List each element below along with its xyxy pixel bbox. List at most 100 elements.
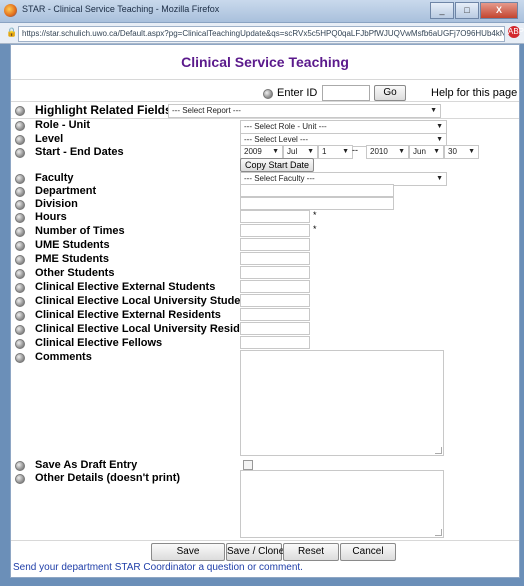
times-icon — [15, 227, 25, 237]
help-link[interactable]: Help for this page — [431, 87, 517, 99]
ce-fellows-field[interactable] — [240, 336, 310, 349]
page-title: Clinical Service Teaching — [181, 54, 349, 70]
faculty-select-value: --- Select Faculty --- — [244, 174, 315, 183]
ce-local-residents-label: Clinical Elective Local University Resid… — [35, 323, 263, 335]
firefox-logo-icon — [4, 4, 17, 17]
lock-icon: 🔒 — [6, 27, 18, 37]
draft-checkbox[interactable] — [243, 460, 253, 470]
faculty-icon — [15, 174, 25, 184]
window-controls: _ □ X — [429, 2, 518, 19]
start-year-value: 2009 — [244, 147, 262, 156]
close-button[interactable]: X — [480, 2, 518, 19]
page-content: Clinical Service Teaching Enter ID Go He… — [10, 44, 520, 578]
pme-icon — [15, 255, 25, 265]
ce-local-students-label: Clinical Elective Local University Stude… — [35, 295, 257, 307]
highlight-select[interactable]: --- Select Report --- ▼ — [168, 104, 441, 118]
start-year-select[interactable]: 2009 ▼ — [240, 145, 283, 159]
chevron-down-icon: ▼ — [436, 123, 443, 130]
end-day-value: 30 — [448, 147, 457, 156]
ume-label: UME Students — [35, 239, 110, 251]
other-icon — [15, 269, 25, 279]
highlight-icon — [15, 106, 25, 116]
ce-fellows-icon — [15, 339, 25, 349]
chevron-down-icon: ▼ — [468, 148, 475, 155]
window-titlebar: STAR - Clinical Service Teaching - Mozil… — [0, 0, 524, 23]
chevron-down-icon: ▼ — [307, 148, 314, 155]
id-input[interactable] — [322, 85, 370, 101]
chevron-down-icon: ▼ — [433, 148, 440, 155]
maximize-button[interactable]: □ — [455, 2, 479, 19]
date-separator: -- — [352, 145, 358, 155]
start-day-value: 1 — [322, 147, 327, 156]
adblock-icon[interactable]: ABP — [508, 26, 524, 38]
dates-icon — [15, 148, 25, 158]
reset-button[interactable]: Reset — [283, 543, 339, 561]
cancel-button[interactable]: Cancel — [340, 543, 396, 561]
copy-start-date-button[interactable]: Copy Start Date — [240, 158, 314, 172]
ume-field[interactable] — [240, 238, 310, 251]
details-label: Other Details (doesn't print) — [35, 472, 181, 484]
pme-label: PME Students — [35, 253, 109, 265]
ce-ext-residents-field[interactable] — [240, 308, 310, 321]
draft-icon — [15, 461, 25, 471]
ce-ext-students-label: Clinical Elective External Students — [35, 281, 216, 293]
go-button[interactable]: Go — [374, 85, 406, 101]
department-field[interactable] — [240, 184, 394, 197]
chevron-down-icon: ▼ — [398, 148, 405, 155]
hours-label: Hours — [35, 211, 67, 223]
details-icon — [15, 474, 25, 484]
highlight-select-value: --- Select Report --- — [172, 106, 241, 115]
footer-link[interactable]: Send your department STAR Coordinator a … — [11, 561, 521, 575]
department-icon — [15, 187, 25, 197]
divider — [11, 79, 519, 80]
end-month-value: Jun — [413, 147, 426, 156]
level-icon — [15, 135, 25, 145]
role-select-value: --- Select Role - Unit --- — [244, 122, 327, 131]
hours-icon — [15, 213, 25, 223]
comments-icon — [15, 353, 25, 363]
draft-label: Save As Draft Entry — [35, 459, 138, 471]
ce-fellows-label: Clinical Elective Fellows — [35, 337, 163, 349]
chevron-down-icon: ▼ — [436, 175, 443, 182]
minimize-button[interactable]: _ — [430, 2, 454, 19]
role-icon — [15, 121, 25, 131]
end-year-select[interactable]: 2010 ▼ — [366, 145, 409, 159]
chevron-down-icon: ▼ — [342, 148, 349, 155]
end-month-select[interactable]: Jun ▼ — [409, 145, 444, 159]
role-select[interactable]: --- Select Role - Unit --- ▼ — [240, 120, 447, 134]
ce-ext-residents-label: Clinical Elective External Residents — [35, 309, 221, 321]
ce-ext-students-icon — [15, 283, 25, 293]
comments-textarea[interactable] — [240, 350, 444, 456]
end-year-value: 2010 — [370, 147, 388, 156]
division-label: Division — [35, 198, 78, 210]
end-day-select[interactable]: 30 ▼ — [444, 145, 479, 159]
details-textarea[interactable] — [240, 470, 444, 538]
ce-ext-students-field[interactable] — [240, 280, 310, 293]
address-bar: 🔒 https://star.schulich.uwo.ca/Default.a… — [0, 23, 524, 44]
divider — [11, 101, 519, 102]
dates-label: Start - End Dates — [35, 146, 124, 158]
start-day-select[interactable]: 1 ▼ — [318, 145, 353, 159]
ce-local-students-field[interactable] — [240, 294, 310, 307]
times-label: Number of Times — [35, 225, 125, 237]
level-select-value: --- Select Level --- — [244, 135, 309, 144]
hours-field[interactable] — [240, 210, 310, 223]
comments-label: Comments — [35, 351, 92, 363]
times-field[interactable] — [240, 224, 310, 237]
save-button[interactable]: Save — [151, 543, 225, 561]
division-icon — [15, 200, 25, 210]
department-label: Department — [35, 185, 97, 197]
other-label: Other Students — [35, 267, 115, 279]
role-label: Role - Unit — [35, 119, 90, 131]
pme-field[interactable] — [240, 252, 310, 265]
level-label: Level — [35, 133, 64, 145]
ce-local-residents-icon — [15, 325, 25, 335]
url-input[interactable]: https://star.schulich.uwo.ca/Default.asp… — [18, 26, 505, 42]
other-field[interactable] — [240, 266, 310, 279]
required-marker: * — [313, 224, 317, 234]
start-month-select[interactable]: Jul ▼ — [283, 145, 318, 159]
save-clone-button[interactable]: Save / Clone — [226, 543, 284, 561]
ce-local-residents-field[interactable] — [240, 322, 310, 335]
ume-icon — [15, 241, 25, 251]
division-field[interactable] — [240, 197, 394, 210]
